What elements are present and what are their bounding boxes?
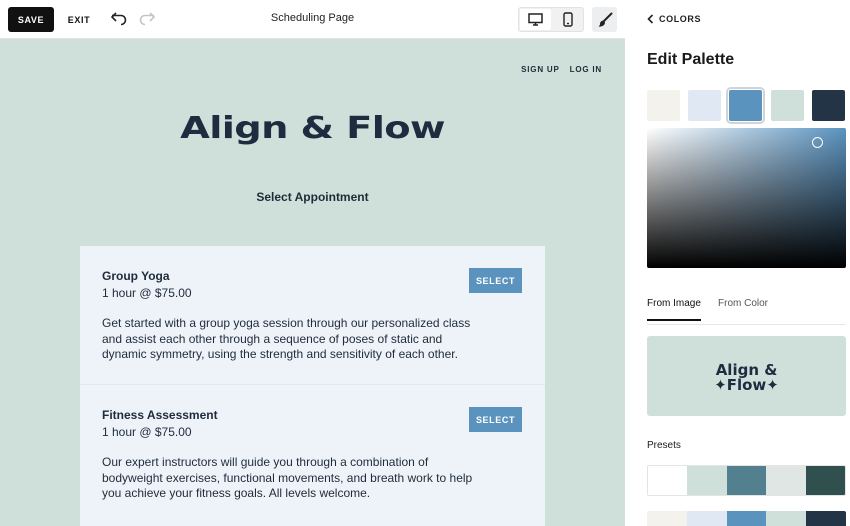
colors-back-button[interactable]: COLORS: [647, 14, 701, 24]
back-label: COLORS: [659, 14, 702, 24]
log-in-link[interactable]: LOG IN: [570, 65, 602, 74]
palette-swatch[interactable]: [812, 90, 845, 121]
appointment-item: Fitness Assessment 1 hour @ $75.00 Our e…: [80, 385, 545, 526]
preset-color: [766, 511, 807, 526]
site-preview: SIGN UP LOG IN Align & Flow Select Appoi…: [0, 39, 625, 526]
color-picker[interactable]: [647, 128, 846, 268]
preset-palette[interactable]: [647, 465, 846, 496]
undo-icon[interactable]: [110, 10, 128, 28]
device-toggle: [518, 7, 584, 32]
appointment-duration-price: 1 hour @ $75.00: [102, 425, 192, 439]
preset-color: [726, 511, 767, 526]
select-appointment-button[interactable]: SELECT: [469, 407, 522, 432]
palette-swatch[interactable]: [647, 90, 680, 121]
appointment-name: Fitness Assessment: [102, 408, 218, 422]
tab-from-image[interactable]: From Image: [647, 298, 701, 321]
mobile-view-icon[interactable]: [552, 9, 583, 30]
select-appointment-button[interactable]: SELECT: [469, 268, 522, 293]
editor-toolbar: SAVE EXIT Scheduling Page: [0, 0, 625, 39]
thumbnail-logo-line: ✦Flow✦: [714, 376, 779, 394]
source-image-thumbnail[interactable]: Align & ✦Flow✦: [647, 336, 846, 416]
chevron-left-icon: [647, 14, 654, 24]
presets-label: Presets: [647, 440, 681, 451]
palette-swatch[interactable]: [771, 90, 804, 121]
appointment-name: Group Yoga: [102, 269, 170, 283]
tab-from-color[interactable]: From Color: [718, 298, 768, 319]
style-panel: COLORS Edit Palette From Image From Colo…: [625, 0, 850, 526]
preset-color: [648, 466, 688, 495]
preset-color: [806, 511, 846, 526]
color-picker-handle[interactable]: [812, 137, 823, 148]
preset-color: [647, 511, 687, 526]
paintbrush-icon[interactable]: [592, 7, 617, 32]
page-title: Scheduling Page: [270, 12, 355, 24]
site-logo[interactable]: Align & Flow: [0, 111, 625, 146]
palette-source-tabs: From Image From Color: [647, 298, 846, 325]
appointment-item: Group Yoga 1 hour @ $75.00 Get started w…: [80, 246, 545, 385]
appointment-list: Group Yoga 1 hour @ $75.00 Get started w…: [80, 246, 545, 526]
panel-title: Edit Palette: [647, 51, 735, 68]
preset-color: [686, 511, 727, 526]
site-nav: SIGN UP LOG IN: [521, 65, 602, 74]
appointment-description: Get started with a group yoga session th…: [102, 316, 471, 361]
save-button[interactable]: SAVE: [8, 7, 54, 32]
palette-swatch[interactable]: [688, 90, 721, 121]
preset-color: [726, 466, 767, 495]
preset-palette[interactable]: [647, 511, 846, 526]
section-heading: Select Appointment: [256, 190, 369, 204]
preset-color: [687, 466, 727, 495]
preset-color: [805, 466, 845, 495]
appointment-duration-price: 1 hour @ $75.00: [102, 286, 192, 300]
redo-icon[interactable]: [138, 10, 156, 28]
preset-color: [766, 466, 806, 495]
appointment-description: Our expert instructors will guide you th…: [102, 455, 473, 500]
exit-button[interactable]: EXIT: [62, 7, 96, 32]
sign-up-link[interactable]: SIGN UP: [521, 65, 560, 74]
desktop-view-icon[interactable]: [520, 9, 551, 30]
palette-swatch[interactable]: [726, 87, 765, 124]
